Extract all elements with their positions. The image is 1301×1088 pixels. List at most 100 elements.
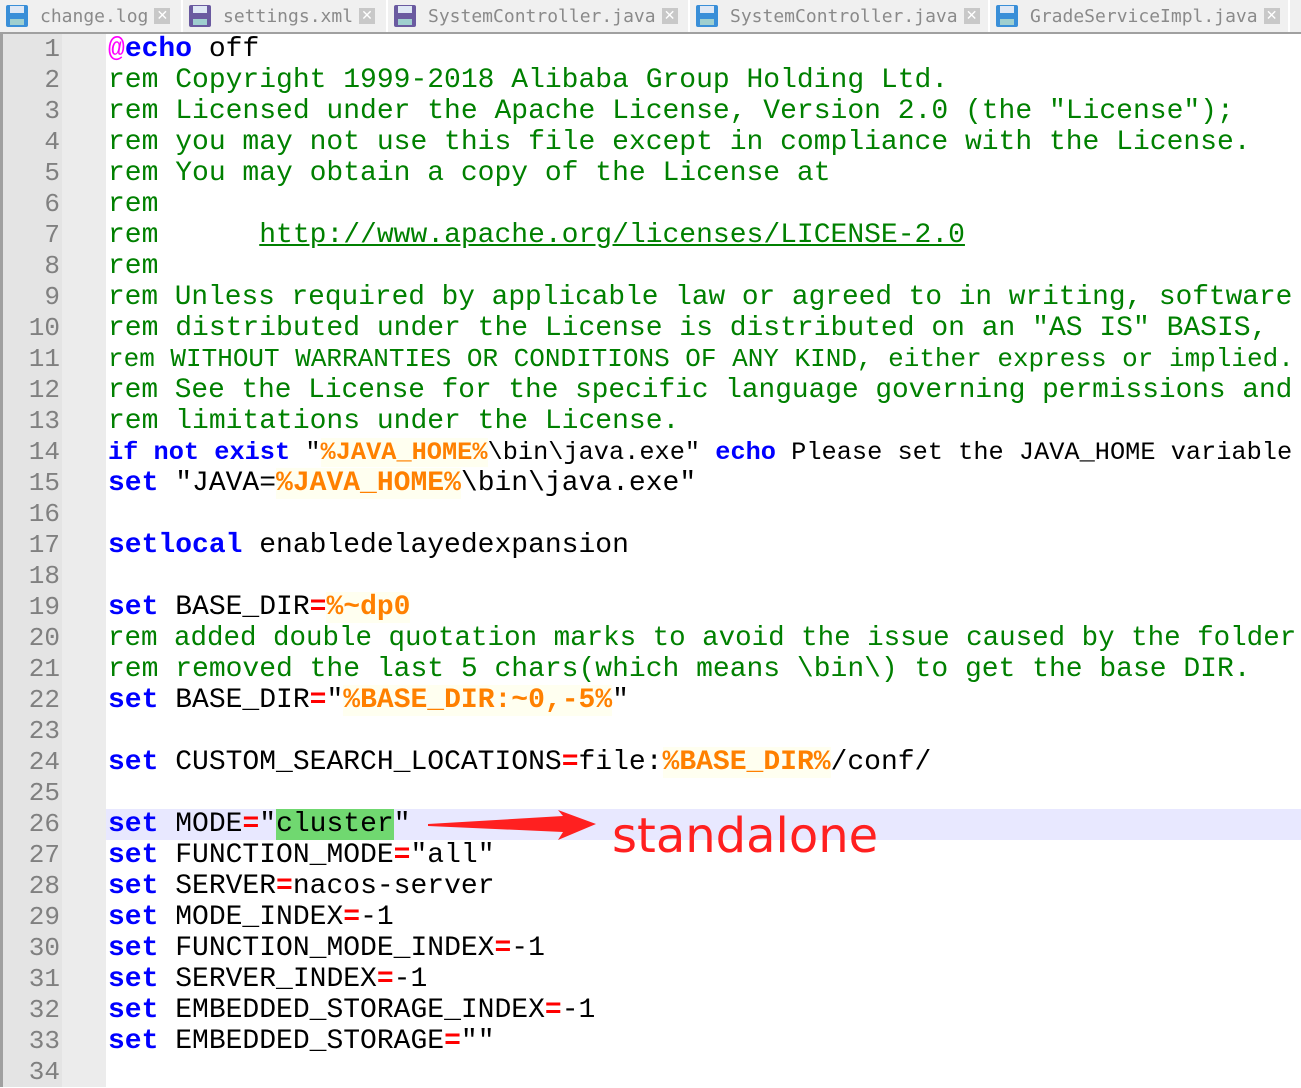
line-number: 26 <box>28 809 60 839</box>
code-token: rem Copyright 1999-2018 Alibaba Group Ho… <box>108 65 949 96</box>
code-line[interactable]: 3 rem Licensed under the Apache License, … <box>0 96 1301 127</box>
code-line[interactable]: 15 set "JAVA=%JAVA_HOME%\bin\java.exe" <box>0 468 1301 499</box>
code-token: if not exist <box>108 438 291 467</box>
line-number: 34 <box>28 1057 60 1087</box>
code-line[interactable]: 5 rem You may obtain a copy of the Licens… <box>0 158 1301 189</box>
code-line[interactable]: 8 rem <box>0 251 1301 282</box>
code-line[interactable]: 20 rem added double quotation marks to av… <box>0 623 1301 654</box>
code-line[interactable]: 34 <box>0 1057 1301 1088</box>
code-line[interactable]: 29 set MODE_INDEX=-1 <box>0 902 1301 933</box>
code-line[interactable]: 2 rem Copyright 1999-2018 Alibaba Group H… <box>0 65 1301 96</box>
code-line[interactable]: 24 set CUSTOM_SEARCH_LOCATIONS=file:%BASE… <box>0 747 1301 778</box>
code-token: rem added double quotation marks to avoi… <box>108 623 1297 654</box>
code-line[interactable]: 19 set BASE_DIR=%~dp0 <box>0 592 1301 623</box>
code-line[interactable]: 31 set SERVER_INDEX=-1 <box>0 964 1301 995</box>
code-line[interactable]: 18 <box>0 561 1301 592</box>
code-token: set <box>108 747 159 778</box>
code-line[interactable]: 22 set BASE_DIR="%BASE_DIR:~0,-5%" <box>0 685 1301 716</box>
code-line[interactable]: 14 if not exist "%JAVA_HOME%\bin\java.exe… <box>0 437 1301 468</box>
code-line[interactable]: 12 rem See the License for the specific l… <box>0 375 1301 406</box>
line-code <box>106 561 1301 592</box>
line-number: 4 <box>44 127 60 157</box>
line-code: rem removed the last 5 chars(which means… <box>106 654 1301 685</box>
line-number: 25 <box>28 778 60 808</box>
code-token: rem WITHOUT WARRANTIES OR CONDITIONS OF … <box>108 344 1294 374</box>
line-number: 27 <box>28 840 60 870</box>
code-line[interactable]: 25 <box>0 778 1301 809</box>
line-code: rem Unless required by applicable law or… <box>106 282 1301 313</box>
code-token: = <box>343 902 361 933</box>
line-number: 16 <box>28 499 60 529</box>
tab-label: change.log <box>40 5 149 27</box>
line-number: 7 <box>44 220 60 250</box>
line-number: 6 <box>44 189 60 219</box>
line-number: 17 <box>28 530 60 560</box>
tab-4[interactable]: GradeServiceImpl.java ✕ <box>990 0 1290 32</box>
code-line[interactable]: 28 set SERVER=nacos-server <box>0 871 1301 902</box>
code-token: rem limitations under the License. <box>108 406 680 437</box>
tab-close-icon[interactable]: ✕ <box>359 8 376 24</box>
code-token: = <box>544 995 562 1026</box>
line-code: set EMBEDDED_STORAGE_INDEX=-1 <box>106 995 1301 1026</box>
tab-1[interactable]: settings.xml ✕ <box>183 0 388 32</box>
line-number: 13 <box>28 406 60 436</box>
code-token: %~dp0 <box>326 592 411 623</box>
line-number: 12 <box>28 375 60 405</box>
line-number: 29 <box>28 902 60 932</box>
line-code: rem http://www.apache.org/licenses/LICEN… <box>106 220 1301 251</box>
code-line[interactable]: 32 set EMBEDDED_STORAGE_INDEX=-1 <box>0 995 1301 1026</box>
code-token: %JAVA_HOME% <box>320 438 488 467</box>
save-disk-icon <box>696 5 718 27</box>
code-token: rem <box>108 220 260 251</box>
code-line[interactable]: 16 <box>0 499 1301 530</box>
code-token: set <box>108 685 159 716</box>
code-line[interactable]: 7 rem http://www.apache.org/licenses/LICE… <box>0 220 1301 251</box>
tab-close-icon[interactable]: ✕ <box>154 8 171 24</box>
code-token: /conf/ <box>830 747 932 778</box>
code-line[interactable]: 17 setlocal enabledelayedexpansion <box>0 530 1301 561</box>
code-line[interactable]: 30 set FUNCTION_MODE_INDEX=-1 <box>0 933 1301 964</box>
code-line[interactable]: 10 rem distributed under the License is d… <box>0 313 1301 344</box>
line-code: rem added double quotation marks to avoi… <box>106 623 1301 654</box>
code-token: SERVER <box>158 871 277 902</box>
code-line[interactable]: 1 @echo off <box>0 34 1301 65</box>
license-link[interactable]: http://www.apache.org/licenses/LICENSE-2… <box>259 220 965 251</box>
code-line[interactable]: 23 <box>0 716 1301 747</box>
tab-2[interactable]: SystemController.java ✕ <box>388 0 690 32</box>
tab-close-icon[interactable]: ✕ <box>963 8 980 24</box>
code-token: enabledelayedexpansion <box>242 530 629 561</box>
code-token: %BASE_DIR% <box>662 747 831 778</box>
line-number: 30 <box>28 933 60 963</box>
tab-3[interactable]: SystemController.java ✕ <box>690 0 990 32</box>
line-code <box>106 1057 1301 1088</box>
line-code: rem <box>106 251 1301 282</box>
line-code: rem Copyright 1999-2018 Alibaba Group Ho… <box>106 65 1301 96</box>
code-token: rem distributed under the License is dis… <box>108 313 1268 344</box>
tab-label: SystemController.java <box>428 5 656 27</box>
line-code: rem distributed under the License is dis… <box>106 313 1301 344</box>
tab-close-icon[interactable]: ✕ <box>1263 8 1280 24</box>
code-line[interactable]: 6 rem <box>0 189 1301 220</box>
code-token: rem Unless required by applicable law or… <box>108 282 1293 313</box>
tab-close-icon[interactable]: ✕ <box>661 8 678 24</box>
code-token: " <box>290 438 321 467</box>
code-line[interactable]: 4 rem you may not use this file except in… <box>0 127 1301 158</box>
code-token: -1 <box>561 995 596 1026</box>
code-token: " <box>393 809 411 840</box>
code-token: set <box>108 995 159 1026</box>
code-line[interactable]: 13 rem limitations under the License. <box>0 406 1301 437</box>
code-line[interactable]: 21 rem removed the last 5 chars(which mea… <box>0 654 1301 685</box>
arrow-annotation-icon <box>428 810 596 840</box>
code-token: set <box>108 592 159 623</box>
line-number: 3 <box>44 96 60 126</box>
code-line[interactable]: 11 rem WITHOUT WARRANTIES OR CONDITIONS O… <box>0 344 1301 375</box>
line-number: 18 <box>28 561 60 591</box>
code-line[interactable]: 9 rem Unless required by applicable law o… <box>0 282 1301 313</box>
tab-0[interactable]: change.log ✕ <box>0 0 183 32</box>
code-token: -1 <box>511 933 545 964</box>
line-code: rem Licensed under the Apache License, V… <box>106 96 1301 127</box>
code-token: Please set the JAVA_HOME variable <box>776 438 1293 467</box>
code-token: set <box>108 933 159 964</box>
code-line[interactable]: 33 set EMBEDDED_STORAGE="" <box>0 1026 1301 1057</box>
line-code: set FUNCTION_MODE_INDEX=-1 <box>106 933 1301 964</box>
